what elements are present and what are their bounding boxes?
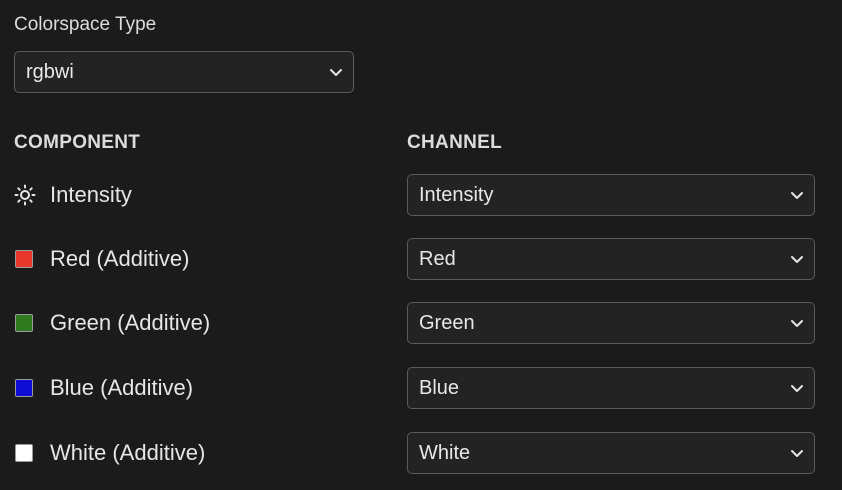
channel-column-header: CHANNEL bbox=[407, 132, 502, 153]
color-swatch bbox=[15, 444, 33, 462]
component-label: Blue (Additive) bbox=[50, 375, 194, 400]
channel-value: Green bbox=[419, 311, 475, 334]
chevron-down-icon bbox=[790, 190, 804, 200]
channel-select-red[interactable]: Red bbox=[407, 238, 815, 280]
component-cell: White (Additive) bbox=[14, 432, 205, 474]
chevron-down-icon bbox=[790, 383, 804, 393]
channel-value: Intensity bbox=[419, 183, 494, 206]
chevron-down-icon bbox=[329, 67, 343, 77]
component-label: Red (Additive) bbox=[50, 246, 190, 271]
color-swatch bbox=[15, 314, 33, 332]
component-cell: Intensity bbox=[14, 174, 132, 216]
channel-value: Blue bbox=[419, 376, 460, 399]
component-row-blue: Blue (Additive) Blue bbox=[0, 367, 842, 409]
component-column-header: COMPONENT bbox=[14, 132, 141, 153]
colorspace-type-label: Colorspace Type bbox=[14, 14, 157, 35]
colorspace-type-select[interactable]: rgbwi bbox=[14, 51, 354, 93]
sun-icon bbox=[14, 184, 36, 206]
channel-select-green[interactable]: Green bbox=[407, 302, 815, 344]
component-row-intensity: Intensity Intensity bbox=[0, 174, 842, 216]
component-cell: Green (Additive) bbox=[14, 302, 210, 344]
channel-select-intensity[interactable]: Intensity bbox=[407, 174, 815, 216]
color-swatch bbox=[15, 379, 33, 397]
component-row-green: Green (Additive) Green bbox=[0, 302, 842, 344]
component-cell: Blue (Additive) bbox=[14, 367, 193, 409]
channel-select-white[interactable]: White bbox=[407, 432, 815, 474]
channel-value: Red bbox=[419, 247, 456, 270]
channel-select-blue[interactable]: Blue bbox=[407, 367, 815, 409]
component-cell: Red (Additive) bbox=[14, 238, 189, 280]
chevron-down-icon bbox=[790, 318, 804, 328]
component-label: Intensity bbox=[50, 182, 132, 207]
colorspace-type-value: rgbwi bbox=[26, 60, 74, 83]
component-label: Green (Additive) bbox=[50, 310, 211, 335]
chevron-down-icon bbox=[790, 448, 804, 458]
colorspace-panel: Colorspace Type rgbwi COMPONENT CHANNEL bbox=[0, 0, 842, 490]
color-swatch bbox=[15, 250, 33, 268]
channel-value: White bbox=[419, 441, 471, 464]
component-row-white: White (Additive) White bbox=[0, 432, 842, 474]
component-row-red: Red (Additive) Red bbox=[0, 238, 842, 280]
component-label: White (Additive) bbox=[50, 440, 206, 465]
chevron-down-icon bbox=[790, 254, 804, 264]
